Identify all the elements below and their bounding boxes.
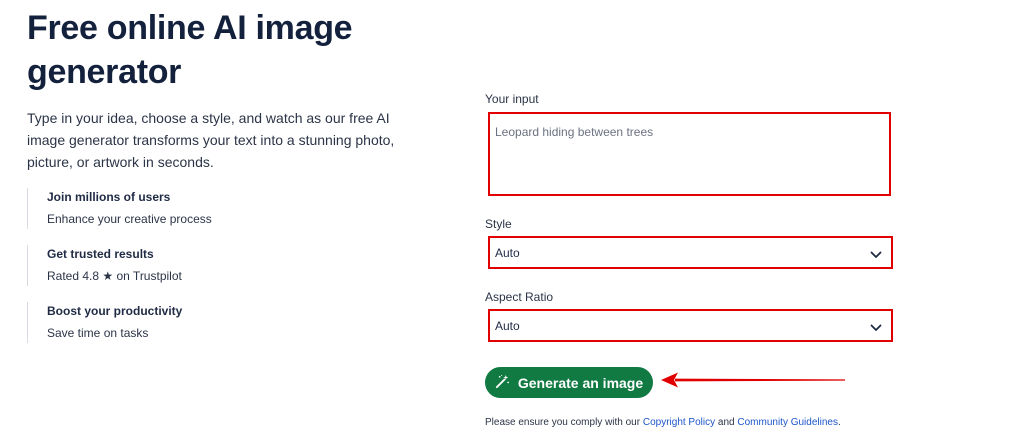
community-guidelines-link[interactable]: Community Guidelines — [737, 417, 838, 428]
style-label: Style — [485, 217, 512, 231]
aspect-ratio-select-value: Auto — [495, 319, 520, 333]
feature-description: Enhance your creative process — [47, 212, 212, 226]
aspect-ratio-select[interactable]: Auto — [488, 309, 893, 342]
input-label: Your input — [485, 92, 539, 106]
intro-text: Type in your idea, choose a style, and w… — [27, 110, 395, 170]
feature-item-results: Get trusted results Rated 4.8 ★ on Trust… — [27, 245, 347, 286]
compliance-conjunction: and — [717, 417, 735, 428]
feature-title: Get trusted results — [47, 247, 154, 261]
magic-wand-icon — [495, 374, 510, 392]
compliance-note: Please ensure you comply with our Copyri… — [485, 417, 841, 428]
feature-item-users: Join millions of users Enhance your crea… — [27, 188, 347, 229]
compliance-period: . — [837, 417, 841, 428]
chevron-down-icon — [870, 248, 882, 262]
prompt-input[interactable] — [488, 112, 891, 196]
feature-item-productivity: Boost your productivity Save time on tas… — [27, 302, 347, 343]
feature-title: Boost your productivity — [47, 304, 183, 318]
style-select-value: Auto — [495, 246, 520, 260]
generate-image-button[interactable]: Generate an image — [485, 367, 653, 398]
style-select[interactable]: Auto — [488, 236, 893, 269]
page-title: Free online AI image generator — [27, 9, 353, 91]
copyright-policy-link[interactable]: Copyright Policy — [643, 417, 715, 428]
feature-description: Save time on tasks — [47, 326, 149, 340]
aspect-ratio-label: Aspect Ratio — [485, 290, 554, 304]
chevron-down-icon — [870, 321, 882, 335]
feature-title: Join millions of users — [47, 190, 171, 204]
compliance-text: Please ensure you comply with our — [485, 417, 641, 428]
feature-description: Rated 4.8 ★ on Trustpilot — [47, 269, 182, 283]
generate-button-label: Generate an image — [517, 374, 644, 391]
red-arrow-annotation — [661, 372, 845, 388]
